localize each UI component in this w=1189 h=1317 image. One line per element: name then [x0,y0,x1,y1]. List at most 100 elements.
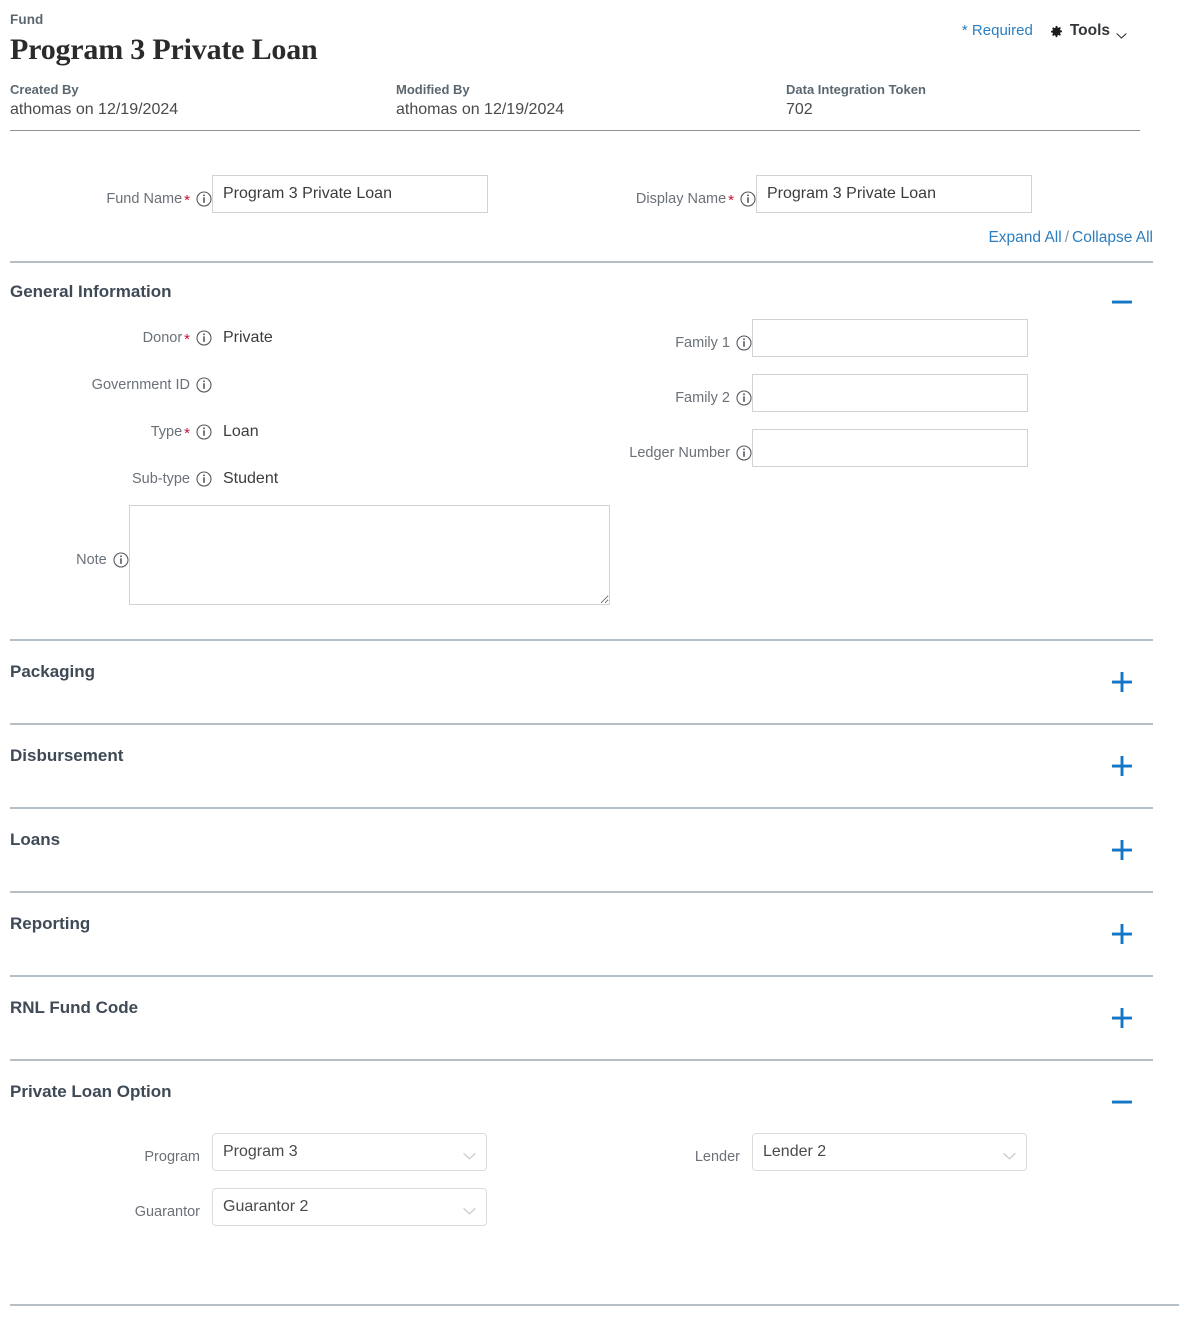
info-icon[interactable] [113,551,129,568]
field-donor: Donor * Private [10,319,610,348]
info-icon[interactable] [196,471,212,487]
plus-icon[interactable] [1111,839,1133,861]
field-guarantor: Guarantor Guarantor 2 [10,1188,610,1226]
ledger-number-input[interactable] [752,429,1028,467]
field-government-id: Government ID [10,366,610,395]
required-asterisk: * [184,425,190,442]
sub-type-label: Sub-type [10,460,212,489]
minus-icon[interactable] [1111,1091,1133,1113]
section-general-information: General Information Donor * Private Gove… [10,261,1179,639]
display-name-label-text: Display Name [635,190,727,207]
program-select[interactable]: Program 3 [212,1133,487,1171]
section-packaging: Packaging [10,639,1179,723]
info-icon[interactable] [196,190,212,207]
general-info-left-column: Donor * Private Government ID Type * Loa… [10,319,610,605]
info-icon[interactable] [740,190,756,207]
lender-label: Lender [600,1133,752,1171]
meta-value: 702 [786,101,813,118]
meta-value: athomas on 12/19/2024 [10,101,179,118]
section-rnl-fund-code: RNL Fund Code [10,975,1179,1059]
private-loan-left-column: Program Program 3 Guarantor Guarantor 2 [10,1133,610,1243]
section-title: Private Loan Option [10,1082,172,1101]
info-icon[interactable] [736,444,752,461]
label-text: Note [76,551,107,568]
info-icon[interactable] [736,389,752,406]
label-text: Family 1 [675,334,730,351]
info-icon[interactable] [196,424,212,440]
label-text: Ledger Number [629,444,730,461]
chevron-down-icon [463,1203,476,1215]
label-text: Sub-type [131,471,190,487]
plus-icon[interactable] [1111,755,1133,777]
section-header-packaging[interactable]: Packaging [10,641,1179,723]
info-icon[interactable] [196,330,212,346]
label-text: Family 2 [675,389,730,406]
section-header-disbursement[interactable]: Disbursement [10,725,1179,807]
field-type: Type * Loan [10,413,610,442]
page-header: Fund Program 3 Private Loan * Required T… [10,0,1179,131]
name-fields-row: Fund Name* Display Name* [10,175,1179,213]
guarantor-select[interactable]: Guarantor 2 [212,1188,487,1226]
field-family-2: Family 2 [600,374,1140,412]
family-1-input[interactable] [752,319,1028,357]
required-asterisk: * [728,191,734,209]
info-icon[interactable] [736,334,752,351]
section-header-rnl-fund-code[interactable]: RNL Fund Code [10,977,1179,1059]
meta-modified-by: Modified By athomas on 12/19/2024 [396,82,786,121]
display-name-label: Display Name * [604,175,756,213]
required-asterisk: * [184,191,190,209]
link-separator: / [1064,229,1069,246]
display-name-input[interactable] [756,175,1032,213]
section-header-loans[interactable]: Loans [10,809,1179,891]
sub-type-value: Student [223,470,279,487]
family-2-input[interactable] [752,374,1028,412]
meta-value: athomas on 12/19/2024 [396,101,565,118]
lender-select-value: Lender 2 [763,1143,827,1160]
family-2-label: Family 2 [600,374,752,412]
bottom-divider [10,1304,1179,1306]
government-id-label: Government ID [10,366,212,395]
plus-icon[interactable] [1111,671,1133,693]
section-header-general-information[interactable]: General Information [10,263,1179,319]
field-ledger-number: Ledger Number [600,429,1140,467]
section-header-private-loan-option[interactable]: Private Loan Option [10,1061,1179,1119]
guarantor-select-value: Guarantor 2 [223,1198,309,1215]
meta-label: Modified By [396,82,470,97]
label-text: Guarantor [134,1203,200,1220]
header-actions: * Required Tools [962,22,1127,40]
info-icon[interactable] [196,377,212,393]
section-body-private-loan-option: Program Program 3 Guarantor Guarantor 2 … [10,1119,1179,1249]
expand-all-link[interactable]: Expand All [988,229,1061,246]
plus-icon[interactable] [1111,1007,1133,1029]
field-sub-type: Sub-type Student [10,460,610,489]
plus-icon[interactable] [1111,923,1133,945]
chevron-down-icon [1116,27,1127,39]
ledger-number-label: Ledger Number [600,429,752,467]
section-header-reporting[interactable]: Reporting [10,893,1179,975]
collapse-all-link[interactable]: Collapse All [1072,229,1153,246]
required-legend: * Required [961,22,1033,39]
lender-select[interactable]: Lender 2 [752,1133,1027,1171]
meta-created-by: Created By athomas on 12/19/2024 [10,82,396,121]
donor-value: Private [223,329,273,346]
tools-label: Tools [1069,22,1110,39]
tools-menu-button[interactable]: Tools [1049,22,1127,40]
section-title: Disbursement [10,746,124,765]
section-body-general-information: Donor * Private Government ID Type * Loa… [10,319,1179,639]
section-title: RNL Fund Code [10,998,139,1017]
section-private-loan-option: Private Loan Option Program Program 3 Gu… [10,1059,1179,1249]
type-value: Loan [223,423,259,440]
label-text: Program [144,1148,200,1165]
fund-name-input[interactable] [212,175,488,213]
meta-data-integration-token: Data Integration Token 702 [786,82,926,121]
field-program: Program Program 3 [10,1133,610,1171]
donor-label: Donor * [10,319,212,348]
section-title: Loans [10,830,61,849]
gear-icon [1049,24,1064,39]
minus-icon[interactable] [1111,291,1133,313]
fund-name-label-text: Fund Name [106,190,183,207]
note-textarea[interactable] [128,505,610,605]
field-lender: Lender Lender 2 [600,1133,1140,1171]
field-family-1: Family 1 [600,319,1140,357]
